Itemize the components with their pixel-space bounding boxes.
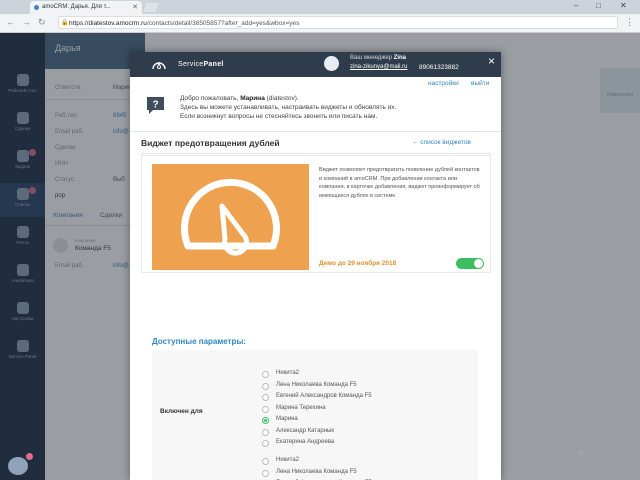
widget-description: Виджет позволяет предотвратить появление…	[319, 167, 480, 199]
close-icon[interactable]: ×	[488, 54, 495, 68]
maximize-icon[interactable]: □	[596, 1, 601, 10]
chat-bubble-icon[interactable]	[8, 457, 28, 475]
widgets-list-link[interactable]: ← список виджетов	[412, 139, 471, 146]
logo-part-service: Service	[178, 61, 204, 68]
widget-card: Виджет позволяет предотвратить появление…	[141, 155, 491, 273]
widget-banner	[152, 164, 309, 270]
eye-icon[interactable]: ◉	[577, 447, 585, 458]
manager-label: Ваш менеджер	[350, 55, 392, 61]
user-option-1[interactable]: Евгений Александров Команда F5	[262, 393, 462, 404]
settings-link[interactable]: настройки	[428, 80, 459, 87]
user-name: Марина Терехина	[276, 404, 326, 411]
browser-titlebar: amoCRM: Дарья. Для т... ✕ – □ ✕	[0, 0, 640, 14]
manager-line: Ваш менеджер Zina	[350, 55, 406, 61]
user-name: Евгений Александров Команда F5	[276, 393, 372, 399]
user-name: Лена Николаева Команда F5	[276, 381, 357, 388]
user-option-1[interactable]: Марина	[262, 416, 462, 427]
divider	[141, 153, 491, 154]
reload-icon[interactable]: ↻	[38, 17, 46, 28]
url-path: /contacts/detail/38505857?after_add=yes&…	[146, 20, 300, 27]
radio-button[interactable]	[262, 440, 269, 447]
crm-app: Рабочий стол Сделки Задачи Списки Почта …	[0, 33, 640, 480]
radio-button[interactable]	[262, 458, 269, 465]
speedometer-logo-icon	[152, 61, 166, 70]
radio-button[interactable]	[262, 417, 269, 424]
modal-header: ServicePanel Ваш менеджер Zina zina-ziku…	[130, 52, 501, 77]
user-option-1[interactable]: Александр Катарнык	[262, 428, 462, 439]
user-option-1[interactable]: Екатерина Андреева	[262, 439, 462, 450]
user-name: Екатерина Андреева	[276, 439, 335, 445]
params-title: Доступные параметры:	[152, 337, 246, 346]
radio-button[interactable]	[262, 371, 269, 378]
welcome-block: ? Добро пожаловать, Марина (diatestov). …	[130, 91, 501, 132]
manager-phone: 89061323882	[419, 64, 459, 71]
radio-button[interactable]	[262, 469, 269, 477]
welcome-text: Добро пожаловать, Марина (diatestov). Зд…	[180, 94, 480, 121]
logout-link[interactable]: выйти	[471, 80, 489, 87]
user-option-1[interactable]: Лена Николаева Команда F5	[262, 382, 462, 393]
tab-title: amoCRM: Дарья. Для т...	[42, 4, 111, 10]
widget-toggle[interactable]	[456, 258, 484, 269]
user-name: Лена Николаева Команда F5	[276, 468, 357, 475]
back-icon[interactable]: ←	[6, 17, 15, 27]
user-name: Никита2	[276, 457, 300, 463]
params-box: Включен для Никита2 Лена Николаева Команд…	[152, 350, 478, 480]
welcome-account: (diatestov).	[264, 95, 299, 102]
logo-part-panel: Panel	[203, 61, 224, 68]
welcome-user: Марина	[240, 95, 265, 102]
forward-icon[interactable]: →	[22, 17, 31, 27]
welcome-greeting: Добро пожаловать,	[180, 95, 241, 102]
user-option-1[interactable]: Никита2	[262, 370, 462, 381]
user-option-1[interactable]: Марина Терехина	[262, 405, 462, 416]
service-panel-modal: ServicePanel Ваш менеджер Zina zina-ziku…	[130, 52, 501, 480]
welcome-line-3: Если возникнут вопросы не стесняйтесь зв…	[180, 113, 378, 120]
chat-badge	[26, 453, 33, 460]
manager-avatar	[324, 56, 339, 71]
browser-menu-icon[interactable]: ⋮	[625, 17, 634, 28]
user-name: Марина	[276, 416, 298, 422]
demo-period: Демо до 29 ноября 2018	[319, 260, 397, 267]
modal-top-links: настройки выйти	[130, 77, 501, 91]
favicon-icon	[34, 5, 39, 10]
minimize-icon[interactable]: –	[574, 1, 578, 10]
new-tab-button[interactable]	[143, 3, 159, 12]
user-name: Александр Катарнык	[276, 427, 334, 434]
user-option-2[interactable]: Лена Николаева Команда F5	[262, 469, 462, 480]
radio-button[interactable]	[262, 394, 269, 401]
service-panel-logo-text: ServicePanel	[178, 61, 224, 68]
svg-text:?: ?	[152, 100, 158, 111]
browser-tab[interactable]: amoCRM: Дарья. Для т... ✕	[30, 1, 142, 14]
enabled-for-label: Включен для	[160, 408, 203, 415]
question-icon: ?	[147, 97, 164, 114]
radio-button[interactable]	[262, 428, 269, 436]
toggle-knob	[474, 259, 483, 268]
welcome-line-1: Добро пожаловать, Марина (diatestov).	[180, 94, 480, 103]
tab-close-icon[interactable]: ✕	[132, 1, 138, 14]
welcome-line-2: Здесь вы можете устанавливать, настраива…	[180, 104, 397, 111]
speedometer-icon	[181, 178, 280, 256]
manager-email-link[interactable]: zina-zikunya@mail.ru	[350, 64, 407, 70]
address-bar: ← → ↻ 🔒 https://diatestov.amocrm.ru/cont…	[0, 14, 640, 33]
radio-button[interactable]	[262, 382, 269, 390]
url-host: https://diatestov.amocrm.ru	[69, 20, 147, 27]
lock-icon: 🔒	[61, 20, 69, 26]
user-option-2[interactable]: Никита2	[262, 457, 462, 468]
url-input[interactable]: 🔒 https://diatestov.amocrm.ru/contacts/d…	[58, 16, 618, 29]
window-close-icon[interactable]: ✕	[620, 1, 627, 10]
manager-name: Zina	[393, 55, 407, 61]
widget-title: Виджет предотвращения дублей	[141, 138, 280, 148]
user-name: Никита2	[276, 370, 300, 376]
radio-button[interactable]	[262, 405, 269, 413]
